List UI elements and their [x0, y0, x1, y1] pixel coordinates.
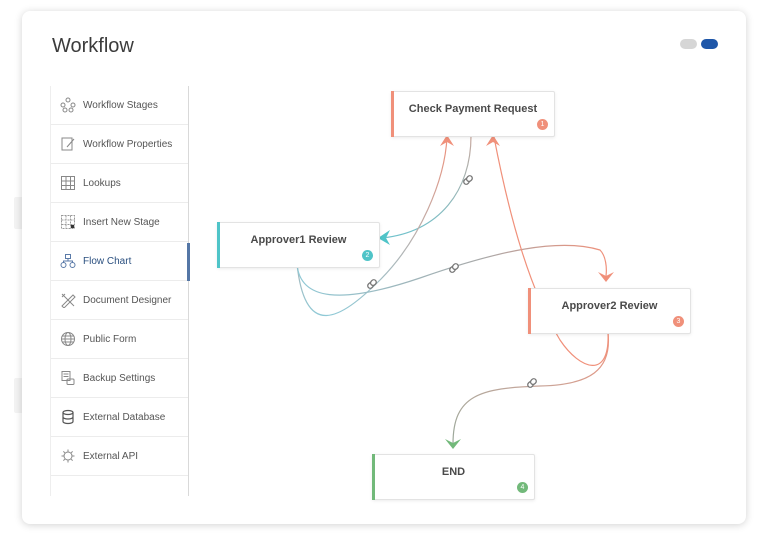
flow-node-approver2-review[interactable]: Approver2 Review 3	[528, 288, 691, 334]
sidebar-item-label: Document Designer	[83, 294, 172, 306]
sidebar-item-public-form[interactable]: Public Form	[51, 320, 188, 359]
sidebar-item-label: Flow Chart	[83, 255, 132, 267]
design-tools-icon	[59, 291, 77, 309]
node-name: Approver2 Review	[561, 300, 658, 312]
sidebar-item-label: Public Form	[83, 333, 137, 345]
node-badge: 4	[517, 482, 528, 493]
sidebar-item-insert-new-stage[interactable]: Insert New Stage	[51, 203, 188, 242]
database-icon	[59, 408, 77, 426]
sidebar-item-external-database[interactable]: External Database	[51, 398, 188, 437]
api-gear-icon	[59, 447, 77, 465]
node-name: END	[441, 466, 466, 478]
sidebar-item-document-designer[interactable]: Document Designer	[51, 281, 188, 320]
sidebar-item-external-api[interactable]: External API	[51, 437, 188, 476]
sidebar-item-label: External Database	[83, 411, 166, 423]
node-name: Check Payment Request	[408, 103, 538, 115]
sidebar-item-workflow-properties[interactable]: Workflow Properties	[51, 125, 188, 164]
node-name: Approver1 Review	[250, 234, 347, 246]
node-badge: 1	[537, 119, 548, 130]
sidebar: Workflow Stages Workflow Properties Look…	[50, 86, 190, 496]
workflow-card: Workflow Workflow Stages Workflow Proper…	[22, 11, 746, 524]
globe-icon	[59, 330, 77, 348]
node-badge: 2	[362, 250, 373, 261]
flow-node-approver1-review[interactable]: Approver1 Review 2	[217, 222, 380, 268]
insert-stage-icon	[59, 213, 77, 231]
sidebar-item-label: Backup Settings	[83, 372, 156, 384]
edit-document-icon	[59, 135, 77, 153]
view-toggle-on[interactable]	[701, 39, 718, 49]
sidebar-item-lookups[interactable]: Lookups	[51, 164, 188, 203]
sidebar-item-label: External API	[83, 450, 139, 462]
sidebar-item-workflow-stages[interactable]: Workflow Stages	[51, 86, 188, 125]
workflow-stages-icon	[59, 96, 77, 114]
page-title: Workflow	[52, 35, 134, 57]
flow-node-end[interactable]: END 4	[372, 454, 535, 500]
sidebar-item-flow-chart[interactable]: Flow Chart	[51, 242, 190, 281]
sidebar-item-label: Insert New Stage	[83, 216, 160, 228]
grid-icon	[59, 174, 77, 192]
sidebar-item-label: Lookups	[83, 177, 121, 189]
flow-node-check-payment-request[interactable]: Check Payment Request 1	[391, 91, 555, 137]
backup-icon	[59, 369, 77, 387]
sidebar-item-label: Workflow Stages	[83, 99, 158, 111]
node-badge: 3	[673, 316, 684, 327]
sidebar-item-label: Workflow Properties	[83, 138, 173, 150]
sidebar-item-backup-settings[interactable]: Backup Settings	[51, 359, 188, 398]
flow-chart-icon	[59, 252, 77, 270]
view-toggle-off[interactable]	[680, 39, 697, 49]
